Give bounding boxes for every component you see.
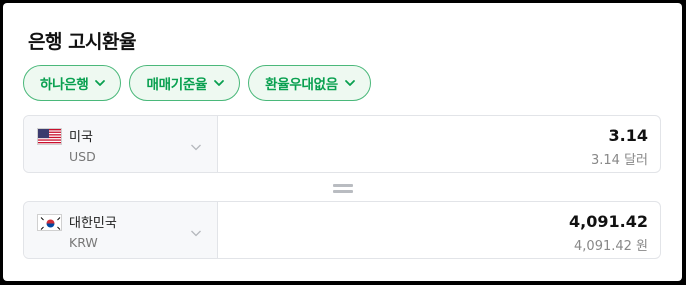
filter-chips: 하나은행 매매기준율 환율우대없음 bbox=[23, 65, 371, 101]
us-flag-icon bbox=[37, 128, 62, 145]
to-currency-row: 대한민국 KRW 4,091.42 4,091.42 원 bbox=[23, 201, 661, 259]
from-currency-select[interactable]: 미국 USD bbox=[24, 116, 218, 172]
equals-icon bbox=[333, 184, 353, 194]
currency-name: 대한민국 bbox=[69, 216, 117, 231]
amount-value: 4,091.42 bbox=[569, 212, 648, 231]
rate-type-chip[interactable]: 매매기준율 bbox=[129, 65, 241, 101]
currency-code: USD bbox=[69, 149, 96, 164]
page-title: 은행 고시환율 bbox=[28, 31, 137, 53]
chevron-down-icon bbox=[344, 80, 355, 86]
preferential-rate-chip[interactable]: 환율우대없음 bbox=[248, 65, 371, 101]
bank-select-chip[interactable]: 하나은행 bbox=[23, 65, 122, 101]
amount-value: 3.14 bbox=[608, 126, 648, 145]
amount-text: 3.14 달러 bbox=[591, 153, 648, 168]
exchange-rate-card: 은행 고시환율 하나은행 매매기준율 환율우대없음 미국 USD 3.14 3.… bbox=[3, 3, 682, 281]
to-currency-select[interactable]: 대한민국 KRW bbox=[24, 202, 218, 258]
to-amount-field[interactable]: 4,091.42 4,091.42 원 bbox=[218, 202, 660, 258]
chip-label: 하나은행 bbox=[40, 77, 89, 93]
from-amount-field[interactable]: 3.14 3.14 달러 bbox=[218, 116, 660, 172]
chevron-down-icon bbox=[95, 80, 106, 86]
chevron-down-icon bbox=[191, 144, 201, 151]
chevron-down-icon bbox=[191, 230, 201, 237]
chip-label: 매매기준율 bbox=[146, 77, 208, 93]
currency-code: KRW bbox=[69, 235, 98, 250]
amount-text: 4,091.42 원 bbox=[574, 239, 648, 254]
kr-flag-icon bbox=[37, 214, 62, 231]
from-currency-row: 미국 USD 3.14 3.14 달러 bbox=[23, 115, 661, 173]
chevron-down-icon bbox=[214, 80, 224, 86]
chip-label: 환율우대없음 bbox=[265, 77, 338, 93]
currency-name: 미국 bbox=[69, 130, 93, 145]
